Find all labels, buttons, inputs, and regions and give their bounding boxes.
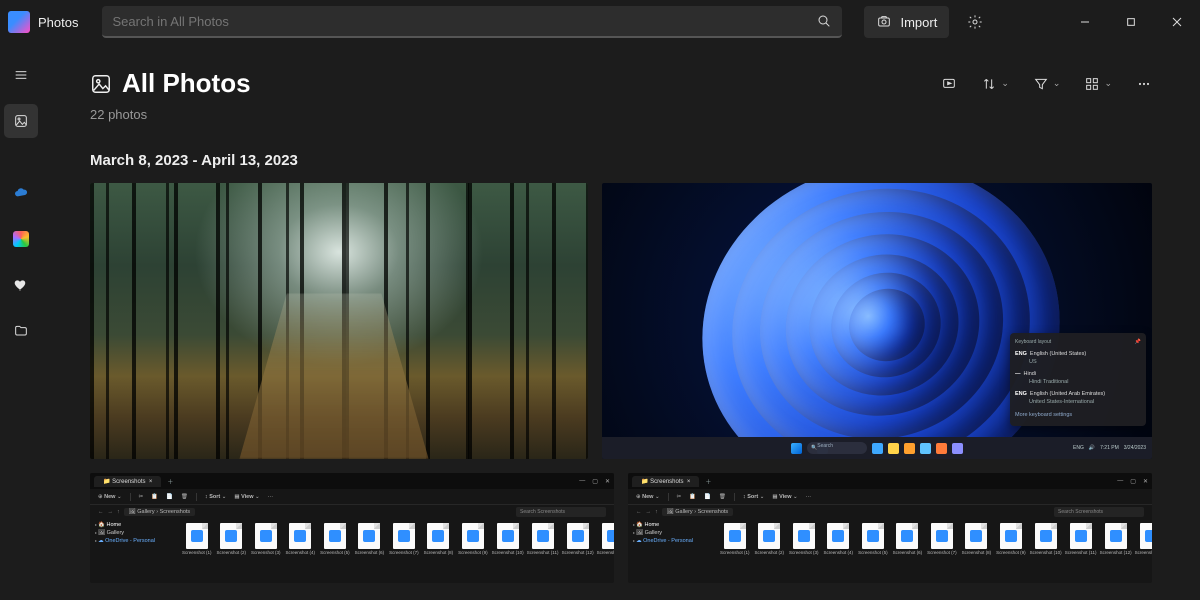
main-content: All Photos ⌄ ⌄ ⌄ 22 photos March 8, 2023…	[42, 44, 1200, 600]
keyboard-layout-popup: Keyboard layout📌 ENGEnglish (United Stat…	[1010, 333, 1146, 426]
gallery-toolbar: ⌄ ⌄ ⌄	[941, 76, 1152, 92]
file-item: Screenshot (6)	[893, 523, 923, 583]
import-icon	[876, 14, 892, 30]
file-item: Screenshot (10)	[1031, 523, 1061, 583]
close-button[interactable]	[1154, 5, 1200, 39]
file-item: Screenshot (5)	[320, 523, 350, 583]
photo-thumbnail[interactable]: 📁 Screenshots ×＋—▢✕ ⊕ New ⌄✂📋📄🗑↕ Sort ⌄▦…	[628, 473, 1152, 583]
file-item: Screenshot (11)	[1066, 523, 1096, 583]
file-item: Screenshot (7)	[927, 523, 957, 583]
file-item: Screenshot (3)	[789, 523, 819, 583]
file-item: Screenshot (6)	[355, 523, 385, 583]
file-item: Screenshot (8)	[962, 523, 992, 583]
hamburger-menu-button[interactable]	[4, 58, 38, 92]
slideshow-icon	[941, 76, 957, 92]
sidebar-folders[interactable]	[4, 314, 38, 348]
app-logo-icon	[8, 11, 30, 33]
gear-icon	[967, 14, 983, 30]
sidebar-all-photos[interactable]	[4, 104, 38, 138]
file-item: Screenshot (5)	[858, 523, 888, 583]
menu-icon	[13, 67, 29, 83]
more-icon	[1136, 76, 1152, 92]
filter-button[interactable]: ⌄	[1033, 76, 1061, 92]
file-item: Screenshot (8)	[424, 523, 454, 583]
file-item: Screenshot (2)	[755, 523, 785, 583]
start-icon	[791, 443, 802, 454]
photo-thumbnail[interactable]: Keyboard layout📌 ENGEnglish (United Stat…	[602, 183, 1152, 459]
explorer-file-grid: Screenshot (1)Screenshot (2)Screenshot (…	[716, 519, 1152, 583]
file-item: Screenshot (13)	[1136, 523, 1152, 583]
taskbar-search: 🔍 Search	[807, 442, 867, 454]
app-title: Photos	[38, 15, 78, 30]
maximize-button[interactable]	[1108, 5, 1154, 39]
file-item: Screenshot (2)	[217, 523, 247, 583]
taskbar: 🔍 Search ENG🔊7:21 PM3/24/2023	[602, 437, 1152, 459]
grid-icon	[1084, 76, 1100, 92]
minimize-button[interactable]	[1062, 5, 1108, 39]
sort-icon	[981, 76, 997, 92]
photo-icon	[90, 73, 112, 95]
file-item: Screenshot (4)	[286, 523, 316, 583]
file-item: Screenshot (4)	[824, 523, 854, 583]
search-input[interactable]	[112, 14, 816, 29]
file-item: Screenshot (12)	[563, 523, 593, 583]
file-item: Screenshot (9)	[996, 523, 1026, 583]
filter-icon	[1033, 76, 1049, 92]
file-item: Screenshot (12)	[1101, 523, 1131, 583]
explorer-file-grid: Screenshot (1)Screenshot (2)Screenshot (…	[178, 519, 614, 583]
photo-thumbnail[interactable]	[90, 183, 588, 459]
icloud-icon	[13, 231, 29, 247]
slideshow-button[interactable]	[941, 76, 957, 92]
search-box[interactable]	[102, 6, 842, 38]
sort-button[interactable]: ⌄	[981, 76, 1009, 92]
heart-icon	[13, 277, 29, 293]
date-range: March 8, 2023 - April 13, 2023	[90, 152, 1152, 169]
more-button[interactable]	[1136, 76, 1152, 92]
file-item: Screenshot (9)	[458, 523, 488, 583]
layout-button[interactable]: ⌄	[1084, 76, 1112, 92]
settings-button[interactable]	[957, 6, 993, 38]
file-item: Screenshot (1)	[182, 523, 212, 583]
import-button[interactable]: Import	[864, 6, 949, 38]
file-item: Screenshot (7)	[389, 523, 419, 583]
file-item: Screenshot (10)	[493, 523, 523, 583]
photo-count: 22 photos	[90, 107, 1152, 122]
sidebar-icloud[interactable]	[4, 222, 38, 256]
cloud-icon	[13, 185, 29, 201]
title-bar: Photos Import	[0, 0, 1200, 44]
import-label: Import	[900, 15, 937, 30]
file-item: Screenshot (13)	[598, 523, 614, 583]
sidebar-favorites[interactable]	[4, 268, 38, 302]
sidebar-onedrive[interactable]	[4, 176, 38, 210]
window-controls	[1062, 5, 1200, 39]
folder-icon	[13, 323, 29, 339]
photo-gallery: Keyboard layout📌 ENGEnglish (United Stat…	[90, 183, 1152, 583]
file-item: Screenshot (11)	[528, 523, 558, 583]
file-item: Screenshot (1)	[720, 523, 750, 583]
photo-thumbnail[interactable]: 📁 Screenshots ×＋—▢✕ ⊕ New ⌄✂📋📄🗑↕ Sort ⌄▦…	[90, 473, 614, 583]
search-icon[interactable]	[816, 13, 832, 29]
pin-icon: 📌	[1135, 339, 1141, 346]
photo-icon	[13, 113, 29, 129]
file-item: Screenshot (3)	[251, 523, 281, 583]
sidebar	[0, 44, 42, 600]
page-title: All Photos	[90, 68, 251, 99]
